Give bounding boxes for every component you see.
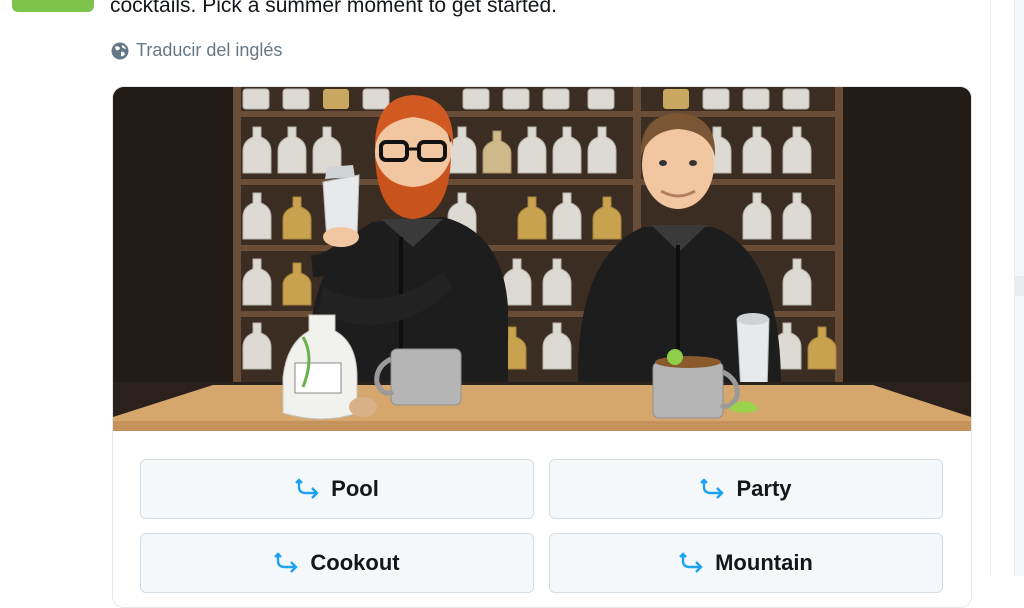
translate-link[interactable]: Traducir del inglés: [110, 40, 282, 61]
tweet-text: cocktails. Pick a summer moment to get s…: [110, 0, 557, 17]
poll-option-cookout[interactable]: Cookout: [140, 533, 534, 593]
column-divider: [990, 0, 991, 576]
option-label: Party: [736, 476, 792, 501]
card-image[interactable]: [113, 87, 971, 431]
option-label: Cookout: [310, 550, 400, 575]
poll-options: Pool Party Cookout Mountain: [113, 431, 971, 607]
translate-label: Traducir del inglés: [136, 40, 283, 60]
poll-card: Pool Party Cookout Mountain: [112, 86, 972, 608]
right-sidebar-edge: [1014, 0, 1024, 576]
option-label: Mountain: [715, 550, 813, 575]
poll-option-party[interactable]: Party: [549, 459, 943, 519]
option-label: Pool: [331, 476, 379, 501]
green-button-edge[interactable]: [12, 0, 94, 12]
reply-arrow-icon: [679, 552, 703, 573]
poll-option-pool[interactable]: Pool: [140, 459, 534, 519]
reply-arrow-icon: [295, 478, 319, 499]
reply-arrow-icon: [700, 478, 725, 499]
globe-icon: [111, 42, 129, 59]
reply-arrow-icon: [274, 552, 299, 573]
poll-option-mountain[interactable]: Mountain: [549, 533, 943, 593]
